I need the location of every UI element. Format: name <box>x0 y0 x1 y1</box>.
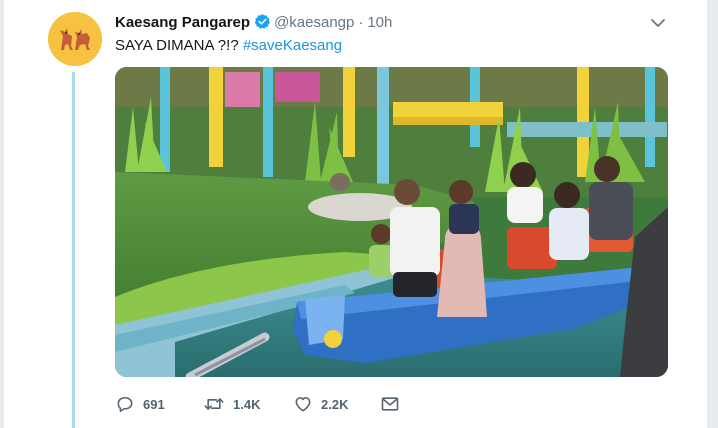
retweet-icon <box>204 398 224 410</box>
reply-button[interactable]: 691 <box>115 392 165 416</box>
retweet-count: 1.4K <box>233 396 261 412</box>
direct-message-button[interactable] <box>380 392 408 416</box>
tweet-card: Kaesang Pangarep @kaesangp · 10h SAYA DIMAN… <box>4 0 707 428</box>
retweet-button[interactable]: 1.4K <box>203 392 260 416</box>
tweet-photo[interactable] <box>115 67 668 377</box>
chevron-down-icon[interactable] <box>649 14 667 32</box>
photo-scene <box>115 67 668 377</box>
verified-badge-icon <box>254 14 271 29</box>
like-icon <box>295 396 311 412</box>
reply-icon <box>117 396 133 413</box>
like-button[interactable]: 2.2K <box>293 392 348 416</box>
author-name[interactable]: Kaesang Pangarep <box>115 14 250 31</box>
message-icon <box>381 397 399 411</box>
separator-dot: · <box>358 14 364 31</box>
thread-line <box>72 72 75 428</box>
tweet-text: SAYA DIMANA ?!? #saveKaesang <box>115 36 342 56</box>
like-count: 2.2K <box>321 396 349 412</box>
avatar-drawing <box>48 12 102 66</box>
avatar[interactable] <box>48 12 102 66</box>
tweet-timestamp[interactable]: 10h <box>367 14 392 31</box>
hashtag-link[interactable]: #saveKaesang <box>243 37 342 54</box>
tweet-header: Kaesang Pangarep @kaesangp · 10h <box>115 13 392 33</box>
tweet-body: SAYA DIMANA ?!? <box>115 37 243 54</box>
author-handle[interactable]: @kaesangp <box>274 14 354 31</box>
reply-count: 691 <box>143 396 165 412</box>
